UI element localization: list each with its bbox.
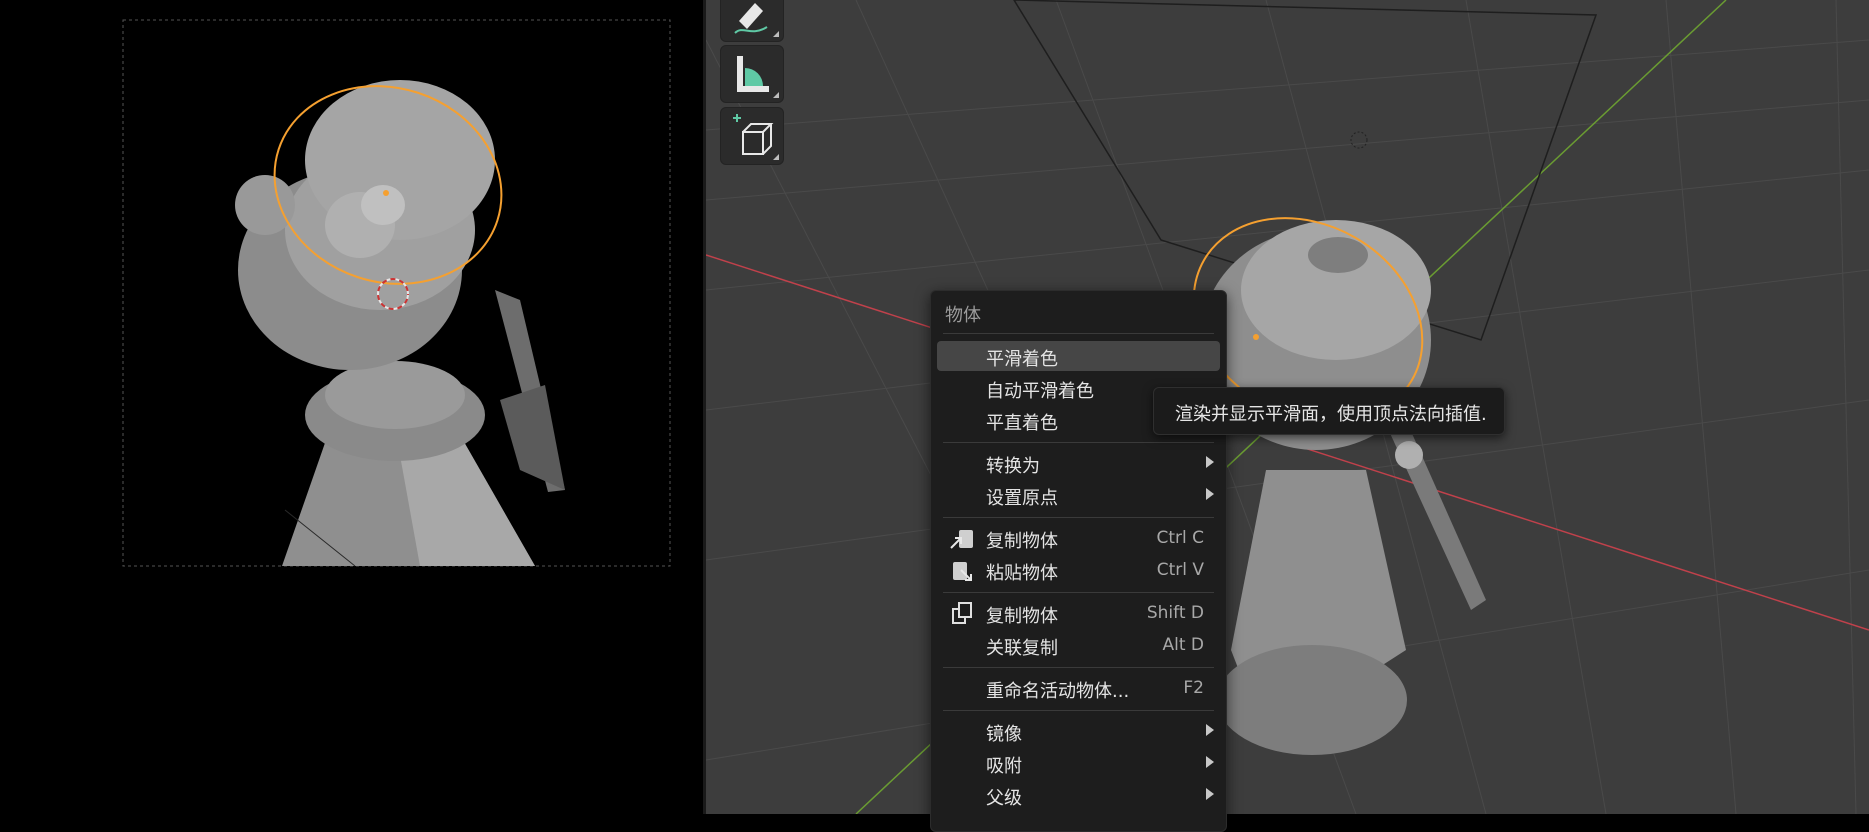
add-cube-tool-button[interactable] — [720, 107, 784, 165]
menu-item-duplicate-objects[interactable]: 复制物体 Shift D — [937, 598, 1220, 628]
submenu-arrow-icon — [1206, 756, 1214, 768]
menu-item-paste-objects[interactable]: 粘贴物体 Ctrl V — [937, 555, 1220, 585]
submenu-arrow-icon — [1206, 724, 1214, 736]
menu-item-label: 粘贴物体 — [986, 563, 1058, 584]
measure-tool-button[interactable] — [720, 45, 784, 103]
menu-separator — [943, 442, 1214, 443]
object-context-menu: 物体 平滑着色 自动平滑着色 平直着色 转换为 设置原点 复制物体 Ctrl C… — [930, 290, 1227, 832]
menu-separator — [943, 710, 1214, 711]
menu-item-label: 转换为 — [986, 456, 1040, 477]
duplicate-icon — [952, 602, 972, 624]
menu-item-parent[interactable]: 父级 — [937, 780, 1220, 810]
menu-separator — [943, 333, 1214, 334]
submenu-arrow-icon — [1206, 456, 1214, 468]
menu-item-label: 自动平滑着色 — [986, 381, 1094, 402]
submenu-arrow-icon — [1206, 488, 1214, 500]
menu-item-shade-smooth[interactable]: 平滑着色 — [937, 341, 1220, 371]
copy-to-clipboard-icon — [950, 530, 973, 549]
menu-item-duplicate-linked[interactable]: 关联复制 Alt D — [937, 630, 1220, 660]
paste-from-clipboard-icon — [953, 562, 972, 581]
menu-item-convert-to[interactable]: 转换为 — [937, 448, 1220, 478]
menu-item-shortcut: Ctrl V — [1156, 560, 1204, 580]
menu-separator — [943, 667, 1214, 668]
menu-item-label: 父级 — [986, 788, 1022, 809]
tooltip-text: 渲染并显示平滑面，使用顶点法向插值. — [1175, 404, 1487, 425]
menu-item-shortcut: Alt D — [1162, 635, 1204, 655]
menu-item-label: 复制物体 — [986, 606, 1058, 627]
menu-separator — [943, 517, 1214, 518]
menu-item-label: 复制物体 — [986, 531, 1058, 552]
menu-item-label: 吸附 — [986, 756, 1022, 777]
menu-item-copy-objects[interactable]: 复制物体 Ctrl C — [937, 523, 1220, 553]
camera-view-render — [122, 19, 671, 567]
menu-item-label: 重命名活动物体... — [986, 681, 1130, 702]
menu-item-label: 关联复制 — [986, 638, 1058, 659]
menu-item-mirror[interactable]: 镜像 — [937, 716, 1220, 746]
menu-item-label: 平滑着色 — [986, 349, 1058, 370]
menu-item-label: 设置原点 — [986, 488, 1058, 509]
shade-smooth-tooltip: 渲染并显示平滑面，使用顶点法向插值. — [1153, 387, 1505, 435]
menu-item-rename-active[interactable]: 重命名活动物体... F2 — [937, 673, 1220, 703]
menu-title: 物体 — [945, 305, 981, 326]
menu-item-shortcut: F2 — [1183, 678, 1204, 698]
menu-item-label: 镜像 — [986, 724, 1022, 745]
annotate-tool-button[interactable] — [720, 0, 784, 42]
menu-item-label: 平直着色 — [986, 413, 1058, 434]
menu-item-shortcut: Ctrl C — [1156, 528, 1204, 548]
menu-separator — [943, 592, 1214, 593]
camera-view-viewport[interactable] — [0, 0, 703, 814]
menu-item-snap[interactable]: 吸附 — [937, 748, 1220, 778]
menu-item-set-origin[interactable]: 设置原点 — [937, 480, 1220, 510]
submenu-arrow-icon — [1206, 788, 1214, 800]
menu-item-shortcut: Shift D — [1146, 603, 1204, 623]
